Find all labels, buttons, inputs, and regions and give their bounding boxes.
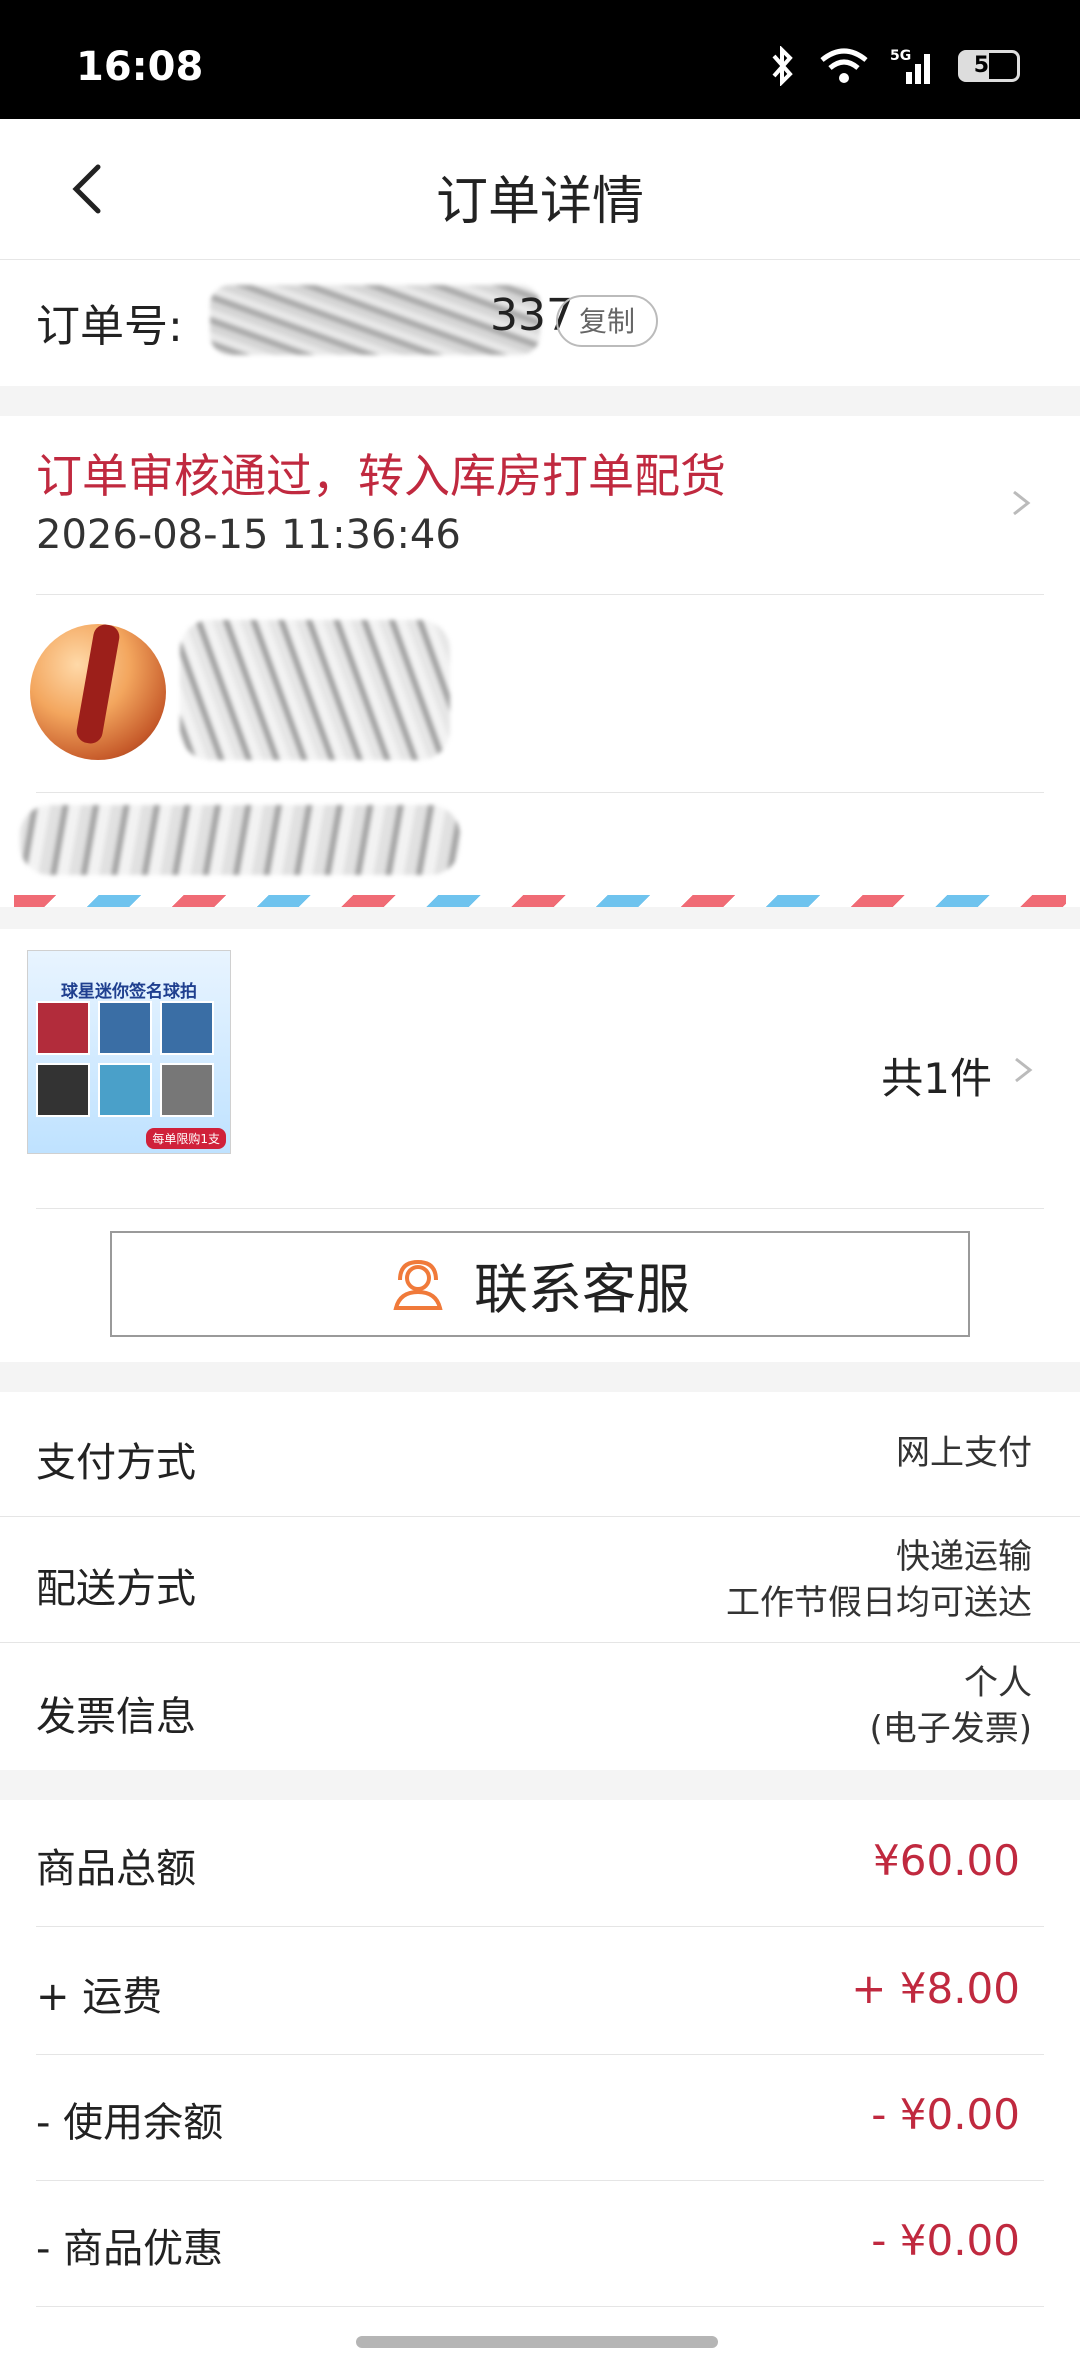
goods-total-label: 商品总额: [36, 1846, 196, 1892]
thumbnail-tile: [160, 1063, 214, 1117]
status-icons: 5G 50: [768, 46, 1020, 86]
page-title: 订单详情: [435, 172, 644, 232]
thumbnail-title: 球星迷你签名球拍: [61, 982, 197, 1002]
balance-used-label: - 使用余额: [36, 2100, 224, 2146]
shipping-value: + ¥8.00: [851, 1964, 1020, 2013]
masked-address: [20, 805, 460, 875]
bluetooth-icon: [772, 46, 793, 86]
signal-5g-icon: 5G: [890, 48, 930, 84]
invoice-info-value-line: 个人: [964, 1663, 1032, 1703]
payment-method-value: 网上支付: [896, 1430, 1032, 1476]
product-quantity: 共1件: [881, 1054, 992, 1103]
payment-method-value-line: 网上支付: [896, 1433, 1032, 1473]
thumbnail-tile: [98, 1001, 152, 1055]
delivery-method-value-line: 快递运输: [896, 1537, 1032, 1577]
discount-label: - 商品优惠: [36, 2226, 224, 2272]
home-indicator[interactable]: [356, 2336, 718, 2348]
divider: [36, 1208, 1044, 1209]
section-gap: [0, 1362, 1080, 1392]
divider: [36, 2054, 1044, 2055]
invoice-info-value: 个人 (电子发票): [869, 1660, 1032, 1752]
divider: [0, 1516, 1080, 1517]
order-status-time: 2026-08-15 11:36:46: [36, 512, 461, 558]
thumbnail-tile: [98, 1063, 152, 1117]
product-thumbnail: 球星迷你签名球拍 每单限购1支: [27, 950, 231, 1154]
invoice-info-label: 发票信息: [36, 1694, 196, 1740]
customer-service-icon: [393, 1259, 443, 1310]
chevron-right-icon: [1013, 490, 1031, 516]
divider: [36, 594, 1044, 595]
divider: [36, 1926, 1044, 1927]
avatar: [30, 624, 166, 760]
thumbnail-tile: [36, 1001, 90, 1055]
discount-value: - ¥0.00: [871, 2216, 1020, 2265]
thumbnail-grid: [36, 1001, 224, 1117]
chevron-right-icon: [1015, 1057, 1033, 1083]
delivery-method-value: 快递运输 工作节假日均可送达: [726, 1534, 1032, 1626]
divider: [0, 1642, 1080, 1643]
status-bar: 16:08 5G 50: [0, 0, 1080, 119]
airmail-border: [14, 895, 1066, 907]
section-gap: [0, 907, 1080, 929]
contact-service-label: 联系客服: [474, 1257, 690, 1321]
thumbnail-tile: [160, 1001, 214, 1055]
masked-recipient-info: [180, 620, 450, 760]
shipping-label: + 运费: [36, 1974, 163, 2020]
section-gap: [0, 1770, 1080, 1800]
divider: [36, 2306, 1044, 2307]
balance-used-value: - ¥0.00: [871, 2090, 1020, 2139]
nav-bar: 订单详情: [0, 119, 1080, 260]
svg-text:5G: 5G: [890, 48, 911, 64]
contact-service-button[interactable]: 联系客服: [110, 1231, 970, 1337]
goods-total-value: ¥60.00: [873, 1836, 1020, 1885]
payment-method-label: 支付方式: [36, 1440, 196, 1486]
thumbnail-badge: 每单限购1支: [146, 1128, 226, 1149]
delivery-method-label: 配送方式: [36, 1566, 196, 1612]
wifi-icon: [820, 48, 868, 83]
thumbnail-tile: [36, 1063, 90, 1117]
copy-button[interactable]: 复制: [556, 295, 658, 347]
divider: [36, 792, 1044, 793]
section-gap: [0, 386, 1080, 416]
battery-level: 50: [973, 53, 1005, 78]
delivery-method-value-line: 工作节假日均可送达: [726, 1583, 1032, 1623]
battery-icon: 50: [958, 50, 1020, 82]
status-time: 16:08: [76, 44, 204, 90]
order-number-label: 订单号:: [36, 301, 183, 352]
divider: [36, 2180, 1044, 2181]
invoice-info-value-line: (电子发票): [869, 1709, 1032, 1749]
order-status-message: 订单审核通过，转入库房打单配货: [36, 449, 726, 503]
